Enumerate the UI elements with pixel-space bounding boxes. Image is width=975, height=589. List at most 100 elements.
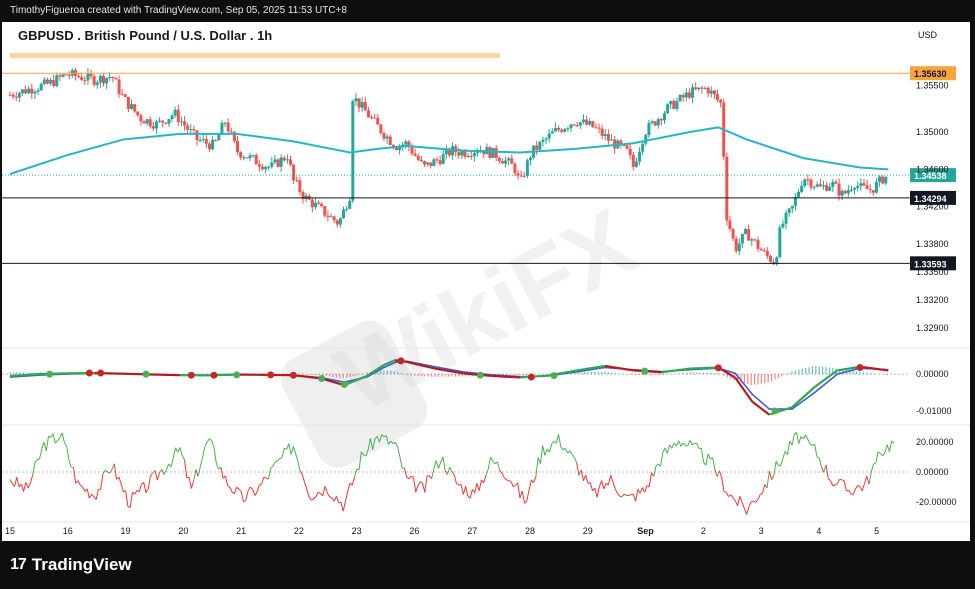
candle-body: [36, 90, 40, 92]
candle-body: [354, 98, 358, 102]
oscillator-segment: [526, 490, 530, 502]
oscillator-segment: [351, 477, 356, 486]
candle-body: [186, 125, 190, 130]
oscillator-segment: [125, 490, 129, 507]
candle-body: [8, 94, 12, 96]
oscillator-segment: [873, 462, 877, 465]
candle-body: [363, 102, 367, 111]
oscillator-segment: [82, 486, 86, 492]
macd-line-segment: [791, 386, 816, 409]
candle-body: [700, 87, 704, 89]
oscillator-segment: [456, 483, 460, 486]
candle-body: [17, 93, 21, 98]
candle-body: [313, 202, 317, 208]
oscillator-segment: [524, 500, 528, 504]
macd-signal-dot: [210, 371, 218, 379]
oscillator-segment: [286, 443, 290, 450]
candle-body: [853, 188, 857, 190]
oscillator-segment: [91, 493, 95, 497]
oscillator-segment: [589, 482, 594, 491]
oscillator-segment: [138, 484, 142, 492]
oscillator-segment: [596, 486, 600, 498]
oscillator-segment: [521, 490, 526, 504]
candle-body: [706, 87, 710, 94]
candle-body: [114, 78, 118, 80]
candle-body: [164, 122, 168, 124]
candle-body: [108, 76, 112, 78]
candle-body: [357, 98, 361, 108]
candle-body: [441, 154, 445, 164]
price-tick-label: 1.34600: [916, 164, 949, 174]
candle-body: [183, 121, 187, 126]
oscillator-segment: [714, 469, 718, 477]
oscillator-segment: [274, 460, 278, 463]
macd-signal-dot: [97, 369, 105, 377]
candle-body: [681, 95, 685, 98]
oscillator-segment: [156, 472, 161, 481]
oscillator-segment: [875, 451, 879, 463]
oscillator-segment: [326, 492, 331, 498]
oscillator-segment: [503, 477, 507, 481]
oscillator-segment: [243, 499, 247, 503]
candle-body: [466, 156, 470, 158]
oscillator-segment: [412, 477, 417, 493]
oscillator-segment: [721, 477, 725, 492]
candle-body: [226, 122, 230, 132]
candle-body: [86, 73, 90, 81]
oscillator-segment: [678, 440, 682, 447]
macd-signal-dot: [318, 375, 326, 383]
oscillator-segment: [193, 469, 197, 482]
oscillator-segment: [542, 445, 546, 456]
candle-body: [538, 141, 542, 150]
price-level-label: 1.35630: [914, 69, 947, 79]
oscillator-segment: [80, 484, 83, 487]
candle-body: [130, 104, 134, 109]
candle-body: [154, 121, 158, 129]
candle-body: [176, 109, 180, 123]
oscillator-segment: [403, 467, 408, 478]
oscillator-segment: [648, 472, 652, 488]
oscillator-segment: [9, 479, 13, 484]
candle-body: [211, 139, 215, 150]
macd-line-segment: [689, 366, 719, 370]
oscillator-segment: [256, 484, 260, 493]
oscillator-segment: [322, 486, 326, 497]
candle-body: [600, 128, 604, 136]
candle-body: [360, 102, 364, 108]
candle-body: [416, 155, 420, 160]
oscillator-segment: [295, 453, 299, 462]
oscillator-segment: [170, 458, 174, 468]
candle-body: [423, 161, 427, 165]
candle-body: [734, 238, 738, 252]
candle-body: [884, 176, 888, 184]
macd-tick-label: 0.00000: [916, 369, 949, 379]
oscillator-segment: [213, 447, 217, 464]
candle-body: [192, 129, 196, 131]
candle-body: [541, 139, 545, 142]
candle-body: [476, 152, 479, 154]
candle-body: [519, 175, 523, 177]
candle-body: [840, 190, 844, 196]
oscillator-segment: [680, 442, 684, 447]
candle-body: [11, 94, 15, 97]
oscillator-segment: [292, 446, 297, 454]
candle-body: [563, 128, 567, 132]
candle-body: [859, 183, 863, 187]
oscillator-segment: [220, 466, 224, 479]
oscillator-segment: [884, 444, 888, 453]
oscillator-segment: [318, 491, 321, 494]
oscillator-segment: [675, 440, 680, 447]
candle-body: [317, 202, 321, 204]
oscillator-segment: [614, 488, 618, 494]
candle-body: [239, 152, 243, 158]
chart-svg[interactable]: WikiFX 1.356301.342941.335931.34538 1.32…: [2, 22, 970, 541]
candle-body: [747, 229, 751, 241]
tradingview-brand: TradingView: [31, 555, 132, 574]
candle-body: [634, 161, 638, 167]
candle-body: [846, 190, 850, 194]
candle-body: [591, 121, 595, 128]
candle-body: [709, 90, 713, 94]
oscillator-segment: [272, 461, 276, 467]
oscillator-segment: [465, 486, 469, 497]
candle-body: [740, 233, 744, 244]
